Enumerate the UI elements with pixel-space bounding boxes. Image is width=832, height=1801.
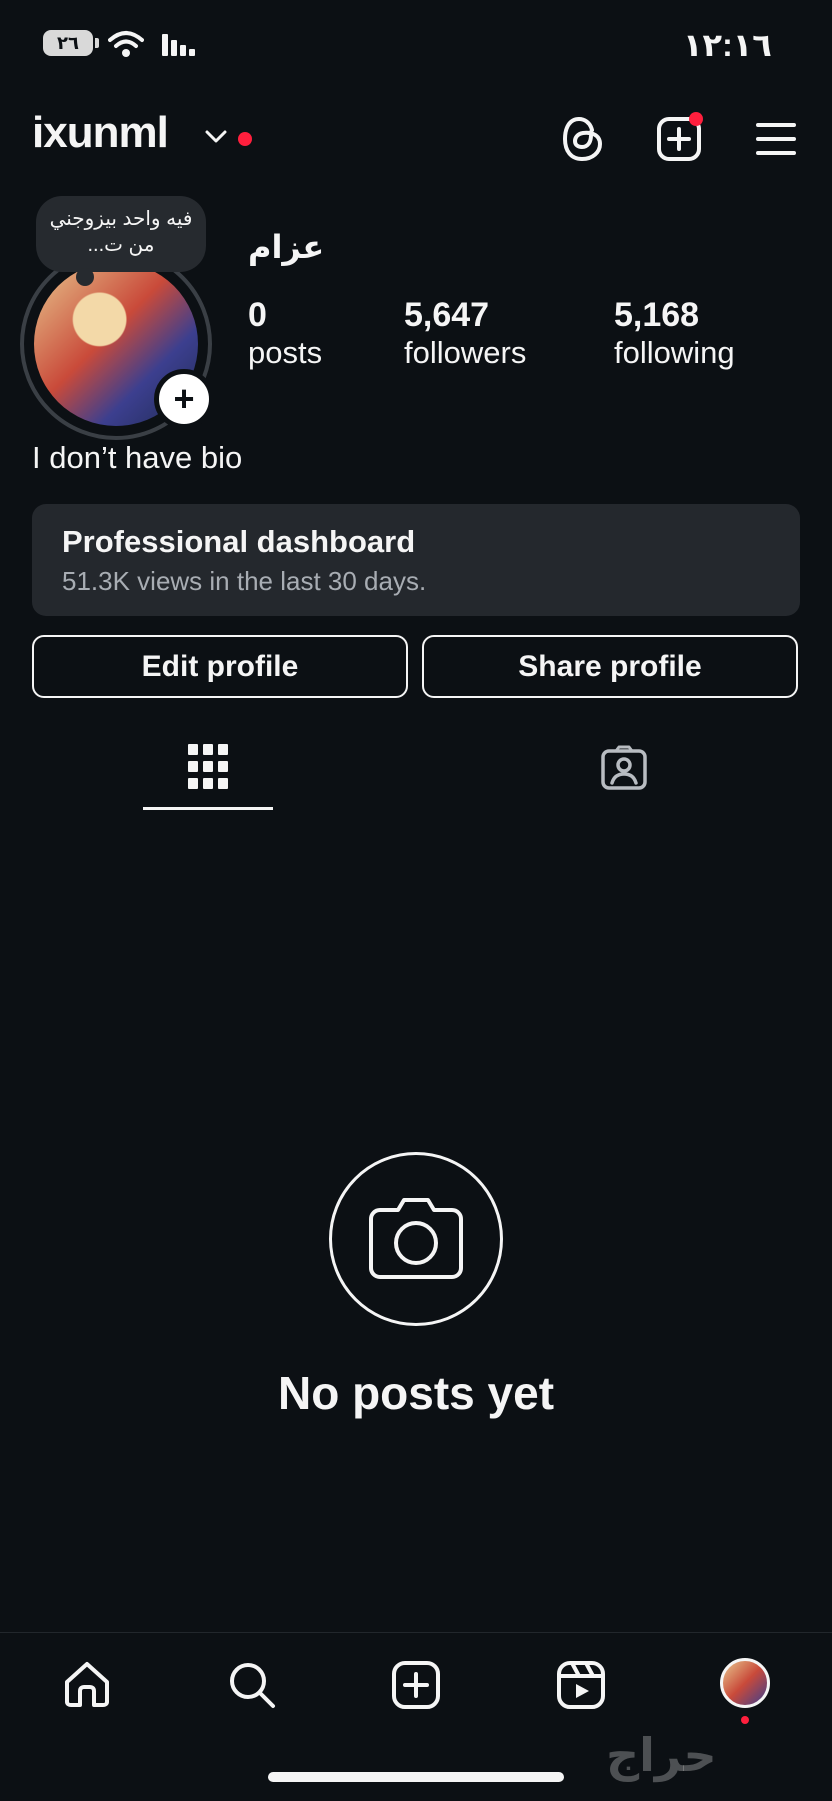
dashboard-title: Professional dashboard bbox=[62, 524, 416, 559]
reels-icon[interactable] bbox=[556, 1660, 606, 1710]
share-profile-button[interactable]: Share profile bbox=[422, 635, 798, 698]
wifi-icon bbox=[108, 30, 144, 58]
tagged-tab-icon[interactable] bbox=[600, 745, 648, 791]
stat-followers[interactable]: 5,647 followers bbox=[404, 296, 526, 371]
profile-bio: I don’t have bio bbox=[32, 440, 243, 475]
stat-posts: 0 posts bbox=[248, 296, 322, 371]
empty-state-text: No posts yet bbox=[277, 1367, 555, 1419]
home-icon[interactable] bbox=[63, 1660, 111, 1708]
posts-label: posts bbox=[248, 335, 323, 370]
home-indicator[interactable] bbox=[268, 1772, 564, 1782]
chevron-down-icon[interactable] bbox=[205, 130, 227, 144]
account-username[interactable]: ixunml bbox=[32, 108, 169, 158]
following-label: following bbox=[614, 335, 735, 370]
grid-tab-icon[interactable] bbox=[188, 744, 228, 790]
professional-dashboard-card[interactable]: Professional dashboard 51.3K views in th… bbox=[32, 504, 800, 616]
edit-profile-button[interactable]: Edit profile bbox=[32, 635, 408, 698]
notification-dot bbox=[238, 132, 252, 146]
dashboard-subtitle: 51.3K views in the last 30 days. bbox=[62, 566, 427, 596]
new-post-icon[interactable] bbox=[391, 1660, 441, 1710]
add-story-icon[interactable]: + bbox=[154, 369, 214, 429]
menu-icon[interactable] bbox=[756, 122, 796, 156]
status-time: ١٢:١٦ bbox=[683, 27, 772, 63]
cellular-signal-icon bbox=[162, 34, 196, 56]
profile-note[interactable]: فيه واحد بيزوجني من ت... bbox=[36, 196, 206, 286]
following-count: 5,168 bbox=[614, 296, 700, 334]
display-name: عزام bbox=[248, 229, 325, 265]
battery-indicator: ٢٦ bbox=[43, 30, 99, 56]
followers-count: 5,647 bbox=[404, 296, 490, 334]
active-tab-indicator bbox=[143, 807, 273, 810]
create-notification-dot bbox=[689, 112, 703, 126]
profile-tab-avatar[interactable] bbox=[720, 1658, 770, 1708]
threads-icon[interactable] bbox=[562, 116, 604, 162]
profile-notification-dot bbox=[741, 1716, 749, 1724]
stat-following[interactable]: 5,168 following bbox=[614, 296, 735, 371]
camera-icon bbox=[368, 1196, 464, 1280]
search-icon[interactable] bbox=[227, 1660, 277, 1710]
watermark-logo: حراج bbox=[606, 1729, 717, 1781]
posts-count: 0 bbox=[248, 296, 267, 334]
followers-label: followers bbox=[404, 335, 527, 370]
